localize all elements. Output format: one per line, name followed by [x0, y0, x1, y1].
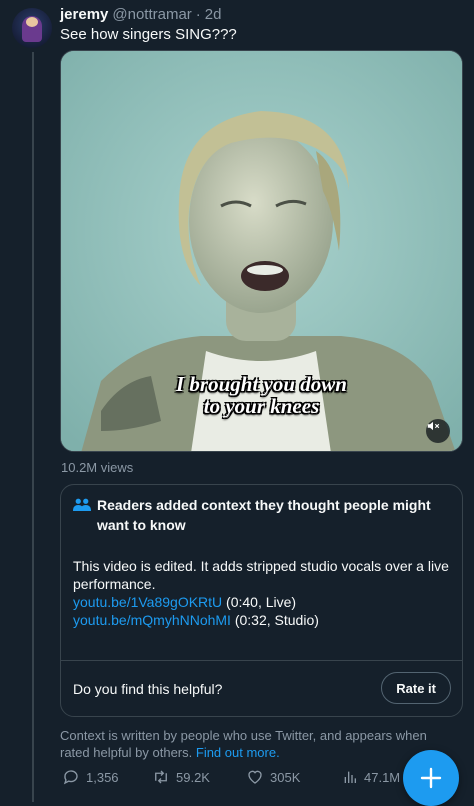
- volume-mute-icon: [427, 421, 440, 431]
- mute-button[interactable]: [426, 419, 450, 443]
- retweet-button[interactable]: 59.2K: [152, 768, 210, 786]
- view-count: 10.2M views: [61, 460, 134, 475]
- heart-icon: [248, 770, 262, 784]
- video-player[interactable]: I brought you down to your knees: [60, 50, 463, 452]
- separator-dot: ·: [195, 6, 201, 23]
- community-note-title: Readers added context they thought peopl…: [97, 497, 431, 533]
- note-link-studio-label: (0:32, Studio): [230, 612, 319, 628]
- compose-tweet-button[interactable]: [403, 750, 459, 806]
- context-disclaimer: Context is written by people who use Twi…: [60, 727, 460, 761]
- tweet-actions: 1,356 59.2K 305K 47.1M: [60, 768, 420, 792]
- people-icon: [73, 498, 91, 511]
- tweet-header: jeremy @nottramar · 2d: [60, 6, 221, 23]
- rate-it-button[interactable]: Rate it: [381, 672, 451, 704]
- retweet-icon: [155, 770, 167, 784]
- reply-icon: [63, 770, 78, 785]
- analytics-button[interactable]: 47.1M: [342, 768, 400, 786]
- timestamp[interactable]: 2d: [205, 6, 222, 23]
- community-note-header: Readers added context they thought peopl…: [73, 495, 453, 535]
- note-link-studio[interactable]: youtu.be/mQmyhNNohMI: [73, 612, 231, 628]
- note-link-live-label: (0:40, Live): [222, 594, 297, 610]
- helpful-question: Do you find this helpful?: [73, 681, 223, 697]
- reply-button[interactable]: 1,356: [62, 768, 119, 786]
- caption-line-1: I brought you down: [176, 372, 347, 396]
- plus-icon: [420, 767, 442, 789]
- like-count: 305K: [270, 769, 301, 785]
- view-count-action: 47.1M: [364, 769, 401, 785]
- bar-chart-icon: [344, 771, 356, 783]
- video-caption: I brought you down to your knees: [61, 373, 462, 417]
- note-text: This video is edited. It adds stripped s…: [73, 558, 449, 592]
- tweet-text: See how singers SING???: [60, 26, 237, 43]
- divider: [61, 660, 462, 661]
- avatar[interactable]: [12, 8, 52, 48]
- thread-line: [32, 52, 34, 802]
- find-out-more-link[interactable]: Find out more.: [196, 745, 280, 760]
- caption-line-2: to your knees: [203, 394, 320, 418]
- avatar-face: [26, 17, 38, 27]
- display-name[interactable]: jeremy: [60, 6, 108, 23]
- like-button[interactable]: 305K: [246, 768, 300, 786]
- note-link-live[interactable]: youtu.be/1Va89gOKRtU: [73, 594, 222, 610]
- retweet-count: 59.2K: [176, 769, 210, 785]
- user-handle[interactable]: @nottramar: [112, 6, 191, 23]
- community-note-body: This video is edited. It adds stripped s…: [73, 557, 453, 629]
- community-note: Readers added context they thought peopl…: [60, 484, 463, 717]
- reply-count: 1,356: [86, 769, 119, 785]
